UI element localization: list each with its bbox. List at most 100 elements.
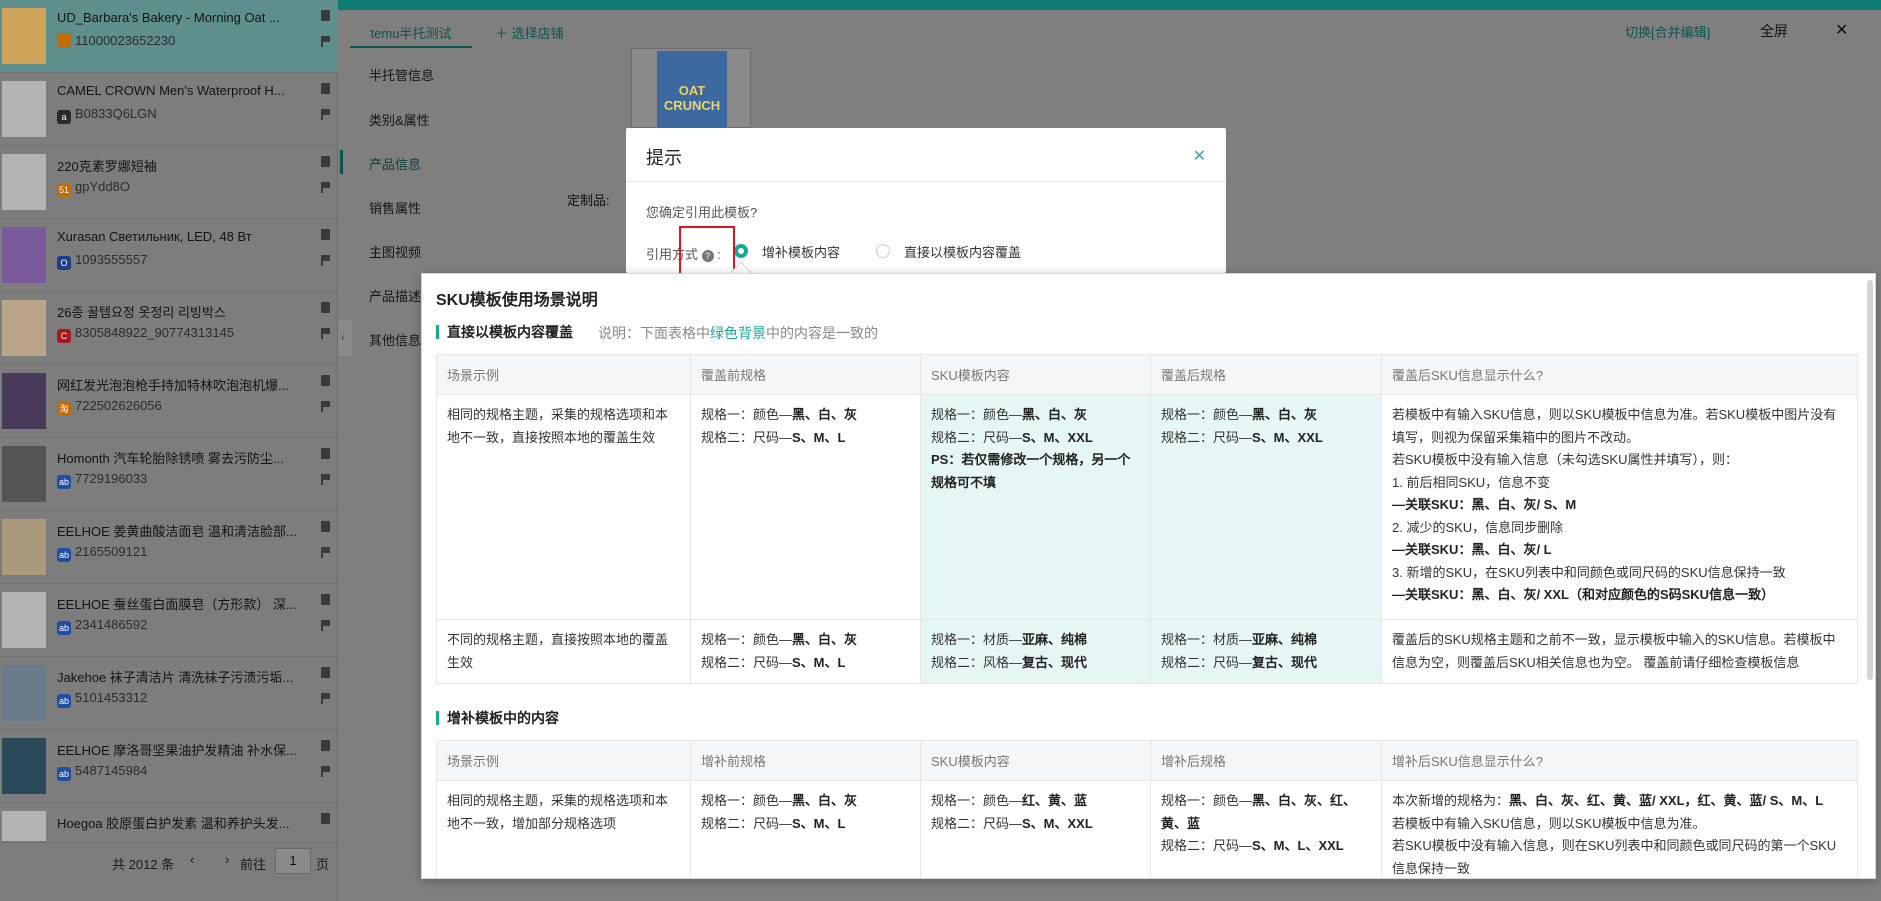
table-header: SKU模板内容 — [920, 740, 1151, 781]
product-thumbnail — [2, 665, 46, 721]
nav-main-video[interactable]: 主图视频 — [369, 242, 421, 261]
radio-supplement[interactable] — [734, 244, 748, 258]
nav-semi-managed[interactable]: 半托管信息 — [369, 65, 434, 84]
product-thumbnail — [2, 300, 46, 356]
product-id: 722502626056 — [75, 398, 162, 413]
platform-icon: ab — [57, 694, 71, 708]
flag-icon[interactable] — [321, 328, 330, 339]
platform-icon: O — [57, 256, 71, 270]
flag-icon[interactable] — [321, 109, 330, 120]
flag-icon[interactable] — [321, 547, 330, 558]
table-cell: 规格一：颜色—黑、白、灰、红、黄、蓝 规格二：尺码—S、M、L、XXL — [1150, 780, 1382, 878]
pagination: 共 2012 条 ‹ › 前往 1 页 — [0, 848, 338, 876]
nav-category[interactable]: 类别&属性 — [369, 110, 430, 129]
trash-icon[interactable] — [321, 10, 330, 21]
dialog-title: 提示 — [646, 148, 682, 168]
fullscreen-button[interactable]: 全屏 — [1760, 21, 1788, 41]
product-title: Xurasan Светильник, LED, 48 Вт — [57, 229, 252, 244]
nav-sales-attr[interactable]: 销售属性 — [369, 198, 421, 217]
trash-icon[interactable] — [321, 375, 330, 386]
section-supplement-title: 增补模板中的内容 — [436, 711, 559, 725]
switch-edit-button[interactable]: 切换[合并编辑] — [1625, 22, 1710, 41]
table-cell: 规格一：材质—亚麻、纯棉 规格二：尺码—复古、现代 — [1150, 619, 1382, 684]
tab-temu[interactable]: temu半托测试 — [350, 20, 472, 48]
product-item[interactable]: Hoegoa 胶原蛋白护发素 温和养护头发... — [0, 803, 338, 843]
product-item[interactable]: 220克素罗娜短袖 51 gpYdd8O — [0, 146, 338, 219]
header-actions: 切换[合并编辑] 全屏 ✕ — [1625, 20, 1875, 44]
product-id: 5101453312 — [75, 690, 148, 705]
flag-icon[interactable] — [321, 474, 330, 485]
page-input[interactable]: 1 — [275, 848, 311, 874]
close-icon[interactable]: ✕ — [1835, 20, 1848, 40]
flag-icon[interactable] — [321, 766, 330, 777]
product-thumbnail — [2, 592, 46, 648]
product-id: 5487145984 — [75, 763, 148, 778]
product-item[interactable]: 26종 꿀템요정 옷정리 리빙박스 C 8305848922_9077431314… — [0, 292, 338, 365]
product-title: 26종 꿀템요정 옷정리 리빙박스 — [57, 305, 226, 320]
popover-title: SKU模板使用场景说明 — [436, 292, 598, 309]
trash-icon[interactable] — [321, 667, 330, 678]
product-item[interactable]: Homonth 汽车轮胎除锈喷 雾去污防尘... ab 7729196033 — [0, 438, 338, 511]
trash-icon[interactable] — [321, 448, 330, 459]
table-header: 场景示例 — [436, 740, 691, 781]
dialog-question: 您确定引用此模板? — [646, 205, 758, 220]
radio-overwrite-label[interactable]: 直接以模板内容覆盖 — [904, 242, 1021, 261]
product-item[interactable]: Xurasan Светильник, LED, 48 Вт O 10935555… — [0, 219, 338, 292]
nav-other-info[interactable]: 其他信息 — [369, 330, 429, 349]
flag-icon[interactable] — [321, 255, 330, 266]
trash-icon[interactable] — [321, 740, 330, 751]
table-cell: 规格一：颜色—黑、白、灰 规格二：尺码—S、M、XXL PS：若仅需修改一个规格，另… — [920, 394, 1151, 620]
flag-icon[interactable] — [321, 182, 330, 193]
product-thumbnail — [2, 373, 46, 429]
next-page-icon[interactable]: › — [225, 852, 229, 867]
product-item[interactable]: EELHOE 姜黄曲酸洁面皂 温和清洁脸部... ab 2165509121 — [0, 511, 338, 584]
table-cell: 规格一：颜色—黑、白、灰 规格二：尺码—S、M、L — [690, 780, 921, 878]
radio-supplement-label[interactable]: 增补模板内容 — [762, 242, 840, 261]
flag-icon[interactable] — [321, 36, 330, 47]
trash-icon[interactable] — [321, 229, 330, 240]
product-item[interactable]: EELHOE 摩洛哥坚果油护发精油 补水保... ab 5487145984 — [0, 730, 338, 803]
product-item[interactable]: 网红发光泡泡枪手持加特林吹泡泡机爆... 淘 722502626056 — [0, 365, 338, 438]
flag-icon[interactable] — [321, 401, 330, 412]
sku-template-help-popover: SKU模板使用场景说明 直接以模板内容覆盖 说明：下面表格中绿色背景中的内容是一… — [421, 273, 1876, 879]
add-store-button[interactable]: ＋ 选择店铺 — [495, 20, 564, 48]
table-header: SKU模板内容 — [920, 354, 1151, 395]
product-item[interactable]: CAMEL CROWN Men's Waterproof H... a B0833… — [0, 73, 338, 146]
trash-icon[interactable] — [321, 594, 330, 605]
table-cell: 规格一：颜色—黑、白、灰 规格二：尺码—S、M、L — [690, 394, 921, 620]
close-icon[interactable]: ✕ — [1193, 146, 1206, 166]
product-thumbnail — [2, 8, 46, 64]
trash-icon[interactable] — [321, 813, 330, 824]
product-id: 2341486592 — [75, 617, 148, 632]
product-id: 7729196033 — [75, 471, 148, 486]
trash-icon[interactable] — [321, 156, 330, 167]
product-image: OAT CRUNCH — [657, 51, 727, 129]
product-item[interactable]: UD_Barbara's Bakery - Morning Oat ... 11… — [0, 0, 338, 73]
overwrite-table: 场景示例 覆盖前规格 SKU模板内容 覆盖后规格 覆盖后SKU信息显示什么? 相… — [436, 354, 1858, 684]
table-header: 覆盖前规格 — [690, 354, 921, 395]
flag-icon[interactable] — [321, 693, 330, 704]
collapse-handle[interactable]: ‹ — [338, 320, 352, 356]
table-cell: 若模板中有输入SKU信息，则以SKU模板中信息为准。若SKU模板中图片没有填写，… — [1381, 394, 1858, 620]
product-id: B0833Q6LGN — [75, 106, 157, 121]
product-item[interactable]: Jakehoe 袜子清洁片 清洗袜子污渍污垢... ab 5101453312 — [0, 657, 338, 730]
popover-scrollbar[interactable] — [1867, 280, 1873, 680]
product-title: Hoegoa 胶原蛋白护发素 温和养护头发... — [57, 816, 290, 831]
nav-product-info[interactable]: 产品信息 — [369, 154, 421, 173]
product-title: EELHOE 姜黄曲酸洁面皂 温和清洁脸部... — [57, 524, 297, 539]
product-item[interactable]: EELHOE 蚕丝蛋白面膜皂（方形款） 深... ab 2341486592 — [0, 584, 338, 657]
trash-icon[interactable] — [321, 302, 330, 313]
trash-icon[interactable] — [321, 83, 330, 94]
platform-icon: C — [57, 329, 71, 343]
platform-icon: ab — [57, 475, 71, 489]
table-cell: 不同的规格主题，直接按照本地的覆盖生效 — [436, 619, 691, 684]
prev-page-icon[interactable]: ‹ — [190, 852, 194, 867]
nav-description[interactable]: 产品描述 — [369, 286, 429, 305]
active-nav-indicator — [340, 150, 343, 174]
product-id: 11000023652230 — [75, 33, 176, 48]
radio-overwrite[interactable] — [876, 244, 890, 258]
flag-icon[interactable] — [321, 620, 330, 631]
table-header: 增补后SKU信息显示什么? — [1381, 740, 1858, 781]
table-cell: 规格一：颜色—黑、白、灰 规格二：尺码—S、M、XXL — [1150, 394, 1382, 620]
trash-icon[interactable] — [321, 521, 330, 532]
